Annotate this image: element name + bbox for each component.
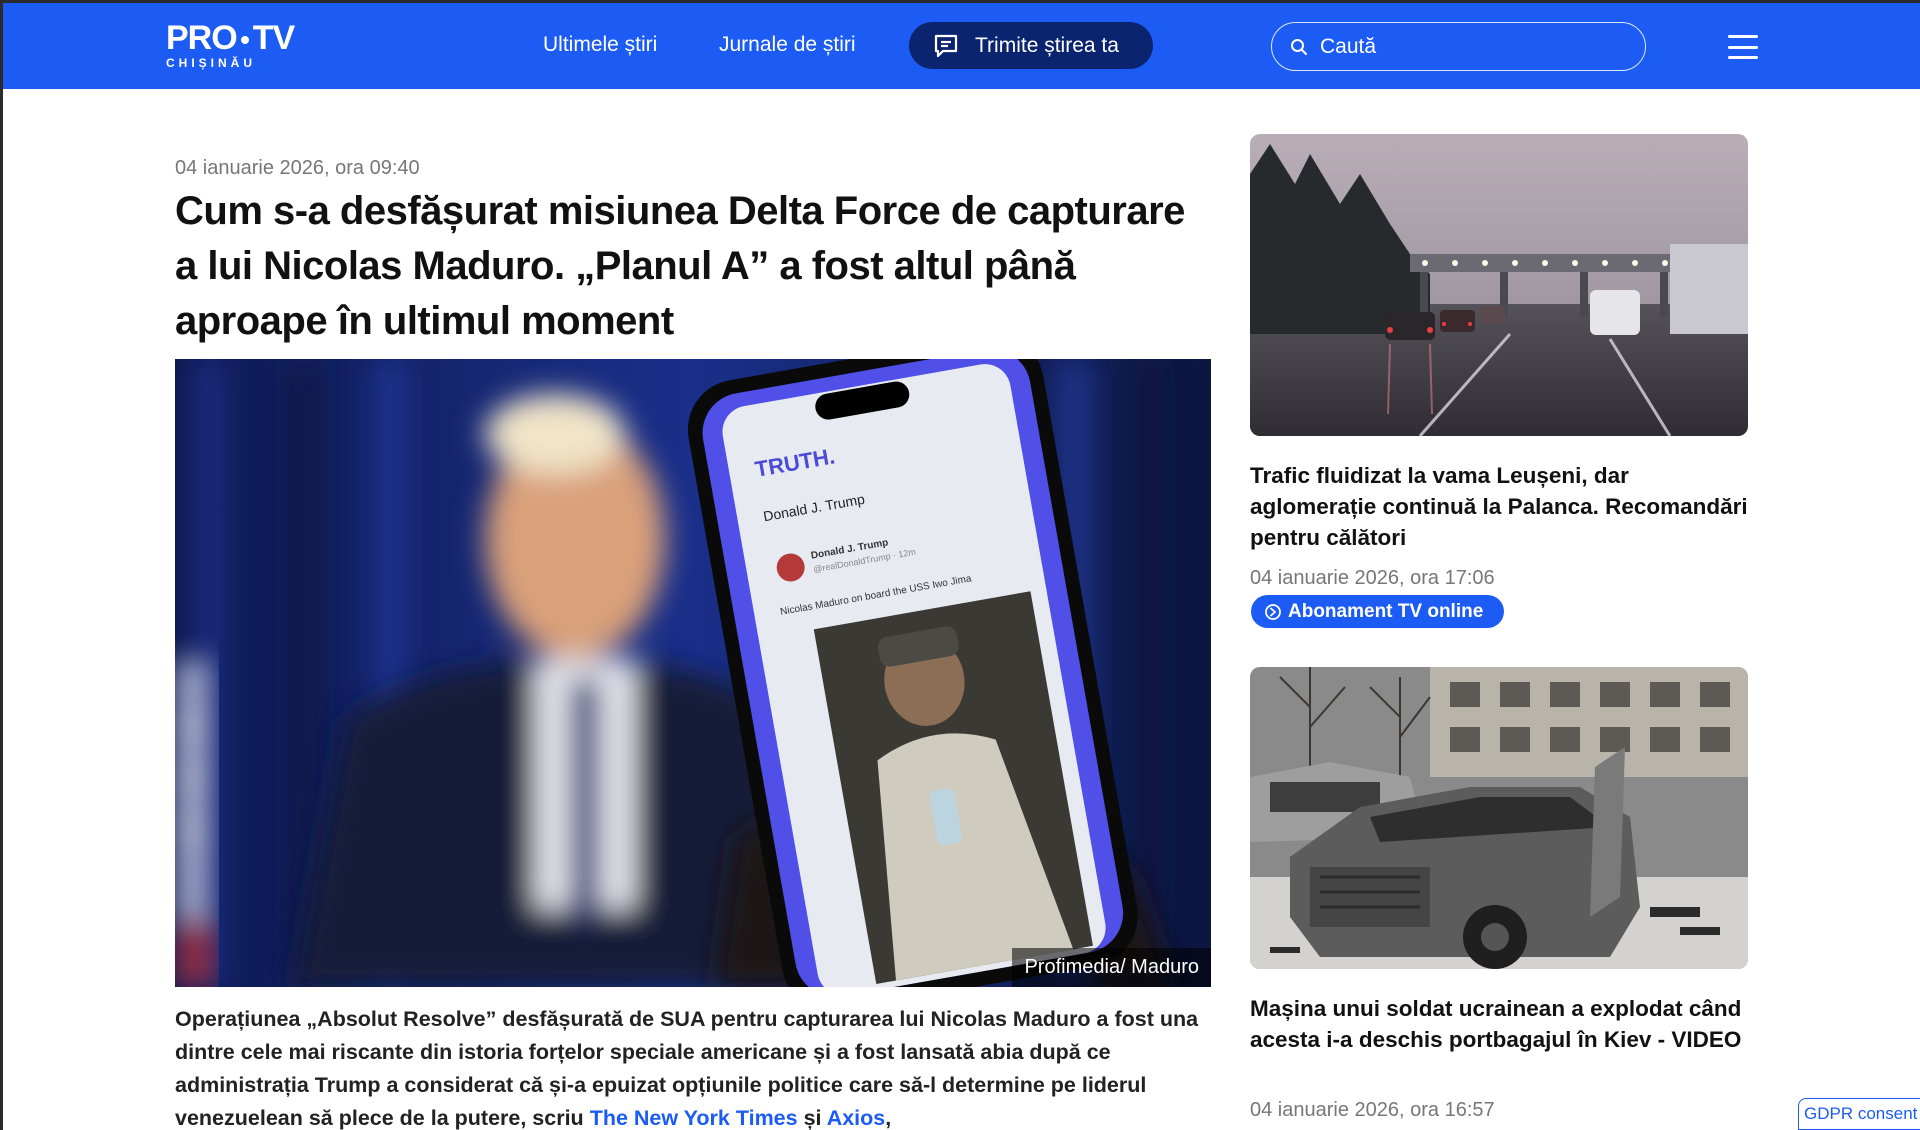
nav-news-journals[interactable]: Jurnale de știri <box>719 33 856 57</box>
send-news-label: Trimite știrea ta <box>975 33 1119 57</box>
news-card-image-border-crossing[interactable] <box>1250 134 1748 436</box>
plus-circle-icon <box>1265 603 1281 620</box>
news-card-title[interactable]: Mașina unui soldat ucrainean a explodat … <box>1250 993 1748 1055</box>
gdpr-consent-button[interactable]: GDPR consent <box>1798 1098 1920 1130</box>
protv-logo[interactable]: PRO TV CHIȘINĂU <box>166 21 316 73</box>
body-conjunction: și <box>797 1106 827 1130</box>
news-card-date: 04 ianuarie 2026, ora 17:06 <box>1250 567 1495 589</box>
body-trailing: , <box>885 1106 892 1130</box>
article-date: 04 ianuarie 2026, ora 09:40 <box>175 157 420 179</box>
site-header: PRO TV CHIȘINĂU Ultimele știri Jurnale de… <box>3 3 1920 89</box>
nav-latest-news[interactable]: Ultimele știri <box>543 33 657 57</box>
send-news-button[interactable]: Trimite știrea ta <box>909 22 1153 69</box>
news-card-date: 04 ianuarie 2026, ora 16:57 <box>1250 1099 1495 1121</box>
logo-text-tv: TV <box>252 19 295 57</box>
image-credit: Profimedia/ Maduro <box>1012 948 1211 987</box>
search-icon <box>1291 38 1307 55</box>
window-frame-left <box>0 0 3 1130</box>
article-body: Operațiunea „Absolut Resolve” desfășurat… <box>175 1003 1215 1130</box>
border-crossing-photo <box>1250 134 1748 436</box>
link-new-york-times[interactable]: The New York Times <box>590 1106 798 1130</box>
car-explosion-photo <box>1250 667 1748 969</box>
logo-city: CHIȘINĂU <box>166 56 257 70</box>
chat-bubble-icon <box>934 34 958 57</box>
link-axios[interactable]: Axios <box>827 1106 886 1130</box>
subscribe-tv-button[interactable]: Abonament TV online <box>1251 595 1504 628</box>
article-hero-image: TRUTH. Donald J. Trump Donald J. Trump @… <box>175 359 1211 987</box>
logo-text-pro: PRO <box>166 19 238 57</box>
logo-dot <box>240 36 249 44</box>
search-input[interactable] <box>1320 34 1620 59</box>
hero-illustration: TRUTH. Donald J. Trump Donald J. Trump @… <box>175 359 1211 987</box>
article-title: Cum s-a desfășurat misiunea Delta Force … <box>175 189 1185 343</box>
news-card-image-car-explosion[interactable] <box>1250 667 1748 969</box>
search-box[interactable] <box>1271 22 1646 71</box>
hamburger-menu-icon[interactable] <box>1728 35 1758 59</box>
logo-wordmark: PRO TV <box>166 21 316 55</box>
news-card-title[interactable]: Trafic fluidizat la vama Leușeni, dar ag… <box>1250 460 1748 553</box>
subscribe-label: Abonament TV online <box>1288 600 1484 622</box>
